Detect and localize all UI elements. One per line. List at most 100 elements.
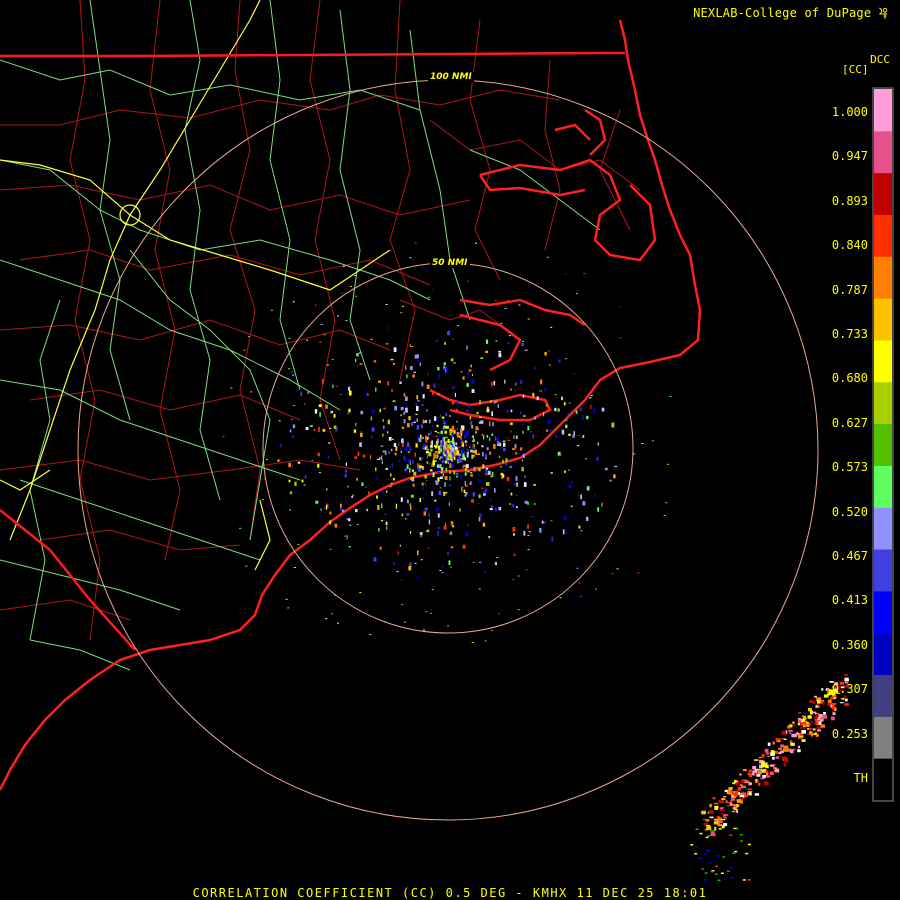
radar-return-gate — [475, 431, 477, 434]
radar-return-gate — [406, 423, 410, 428]
radar-return-gate — [320, 508, 322, 511]
radar-return-gate — [484, 470, 488, 474]
radar-return-gate — [747, 791, 753, 793]
radar-return-gate — [485, 339, 489, 344]
radar-return-gate — [546, 429, 548, 432]
radar-return-gate — [831, 702, 837, 705]
radar-return-gate — [517, 575, 520, 577]
radar-return-gate — [385, 521, 388, 525]
color-scale-label: 0.680 — [831, 371, 868, 386]
radar-return-gate — [579, 596, 582, 597]
radar-return-gate — [358, 352, 361, 354]
radar-return-gate — [270, 309, 273, 311]
radar-return-gate — [313, 428, 316, 431]
radar-return-gate — [333, 425, 337, 429]
radar-return-gate — [567, 413, 569, 417]
radar-return-gate — [414, 354, 418, 359]
radar-return-gate — [400, 407, 404, 411]
radar-return-gate — [371, 427, 375, 432]
radar-return-gate — [345, 320, 348, 321]
radar-return-gate — [737, 787, 741, 791]
radar-return-gate — [772, 741, 775, 745]
radar-return-gate — [353, 460, 355, 465]
radar-return-gate — [475, 449, 477, 454]
radar-return-gate — [491, 381, 493, 387]
radar-return-gate — [377, 505, 380, 510]
radar-return-gate — [325, 404, 328, 409]
radar-return-gate — [775, 750, 779, 754]
radar-return-gate — [722, 856, 726, 858]
radar-return-gate — [403, 411, 405, 415]
radar-return-gate — [474, 466, 478, 471]
radar-return-gate — [389, 485, 392, 488]
radar-return-gate — [614, 465, 618, 468]
radar-return-gate — [601, 502, 603, 507]
radar-return-gate — [706, 826, 712, 830]
radar-return-gate — [269, 512, 272, 514]
radar-return-gate — [637, 572, 640, 574]
radar-return-gate — [293, 405, 296, 406]
radar-return-gate — [720, 813, 724, 815]
radar-return-gate — [758, 757, 762, 759]
radar-return-gate — [467, 280, 470, 282]
radar-return-gate — [421, 404, 424, 406]
radar-return-gate — [348, 535, 351, 537]
radar-return-gate — [415, 443, 418, 448]
radar-return-gate — [355, 422, 357, 427]
radar-return-gate — [729, 804, 735, 806]
color-scale-swatch — [874, 172, 892, 215]
radar-return-gate — [467, 371, 469, 376]
radar-return-gate — [329, 521, 331, 525]
radar-return-gate — [245, 565, 248, 567]
radar-return-gate — [734, 790, 739, 794]
radar-return-gate — [392, 362, 395, 365]
radar-return-gate — [398, 458, 400, 462]
color-scale-swatch — [874, 214, 892, 257]
radar-return-gate — [430, 430, 432, 435]
radar-return-gate — [431, 440, 433, 445]
radar-return-gate — [409, 257, 412, 259]
radar-return-gate — [464, 432, 468, 437]
radar-return-gate — [401, 513, 404, 517]
radar-return-gate — [247, 336, 250, 338]
radar-return-gate — [408, 459, 411, 464]
radar-return-gate — [594, 494, 596, 497]
radar-return-gate — [428, 296, 431, 298]
radar-return-gate — [317, 463, 320, 468]
radar-return-gate — [706, 849, 710, 852]
radar-return-gate — [461, 487, 463, 492]
radar-return-gate — [387, 431, 389, 434]
radar-return-gate — [547, 350, 550, 352]
radar-return-gate — [427, 547, 430, 549]
radar-return-gate — [440, 430, 443, 435]
radar-return-gate — [473, 447, 476, 450]
radar-return-gate — [415, 575, 418, 577]
radar-return-gate — [391, 463, 393, 468]
radar-return-gate — [520, 380, 523, 384]
radar-return-gate — [765, 764, 769, 769]
radar-return-gate — [325, 618, 328, 620]
color-scale-label: 0.360 — [831, 637, 868, 652]
color-scale-label: 0.573 — [831, 460, 868, 475]
color-scale-swatch — [874, 549, 892, 592]
radar-return-gate — [329, 548, 332, 550]
radar-return-gate — [393, 347, 397, 352]
radar-return-gate — [734, 850, 738, 853]
radar-return-gate — [522, 340, 524, 342]
radar-return-gate — [769, 764, 775, 767]
radar-return-gate — [774, 768, 780, 773]
radar-return-gate — [352, 494, 354, 496]
radar-return-gate — [760, 777, 766, 780]
radar-return-gate — [396, 571, 399, 573]
radar-return-gate — [403, 393, 406, 397]
radar-return-gate — [430, 612, 432, 614]
radar-return-gate — [409, 562, 412, 567]
radar-return-gate — [489, 451, 492, 455]
color-scale-swatch — [874, 507, 892, 550]
radar-return-gate — [239, 527, 242, 529]
radar-return-gate — [797, 719, 801, 723]
radar-return-gate — [543, 521, 547, 524]
radar-return-gate — [409, 467, 411, 473]
radar-return-gate — [426, 384, 430, 389]
radar-return-gate — [413, 371, 416, 373]
